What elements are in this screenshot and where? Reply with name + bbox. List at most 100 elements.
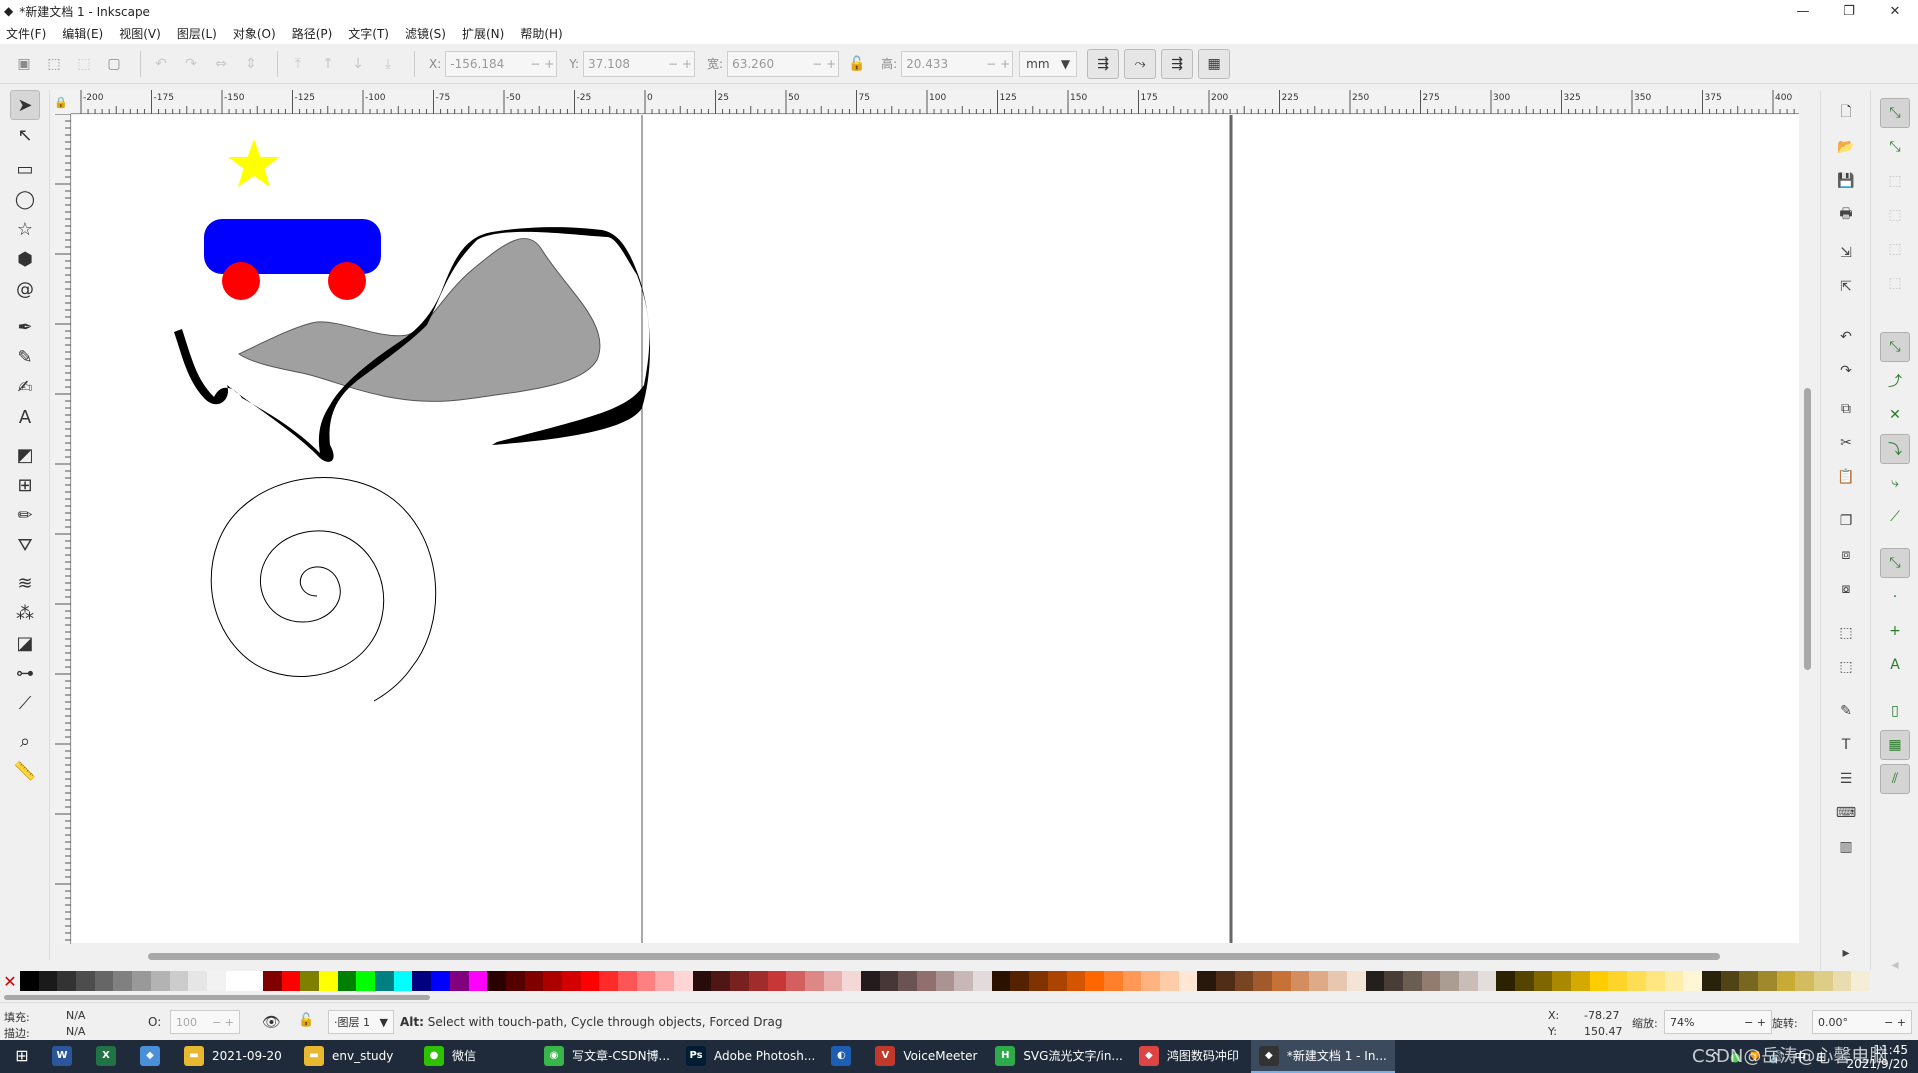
no-paint-icon[interactable]: ✕	[0, 971, 20, 991]
xml-editor-icon[interactable]: ⌨	[1833, 800, 1859, 826]
palette-swatch[interactable]	[804, 971, 824, 991]
snap-cusp-icon[interactable]: ⤵	[1880, 434, 1910, 464]
palette-swatch[interactable]	[636, 971, 656, 991]
start-button[interactable]: ⊞	[0, 1040, 44, 1073]
palette-swatch[interactable]	[1683, 971, 1702, 991]
measure-tool-icon[interactable]: 📏	[10, 756, 40, 786]
height-field[interactable]: 20.433− +	[901, 50, 1014, 77]
menu-file[interactable]: 文件(F)	[6, 25, 46, 42]
palette-swatch[interactable]	[431, 971, 450, 991]
snap-nodes-icon[interactable]: ⤡	[1880, 332, 1910, 362]
layers-icon[interactable]: ☰	[1833, 766, 1859, 792]
palette-swatch[interactable]	[1384, 971, 1403, 991]
palette-swatch[interactable]	[281, 971, 301, 991]
taskbar-item[interactable]: ▬ 2021-09-20	[176, 1040, 296, 1073]
y-field[interactable]: 37.108− +	[583, 50, 696, 77]
fill-stroke-icon[interactable]: ✎	[1833, 698, 1859, 724]
snap-bbox-center-icon[interactable]: ⬚	[1880, 268, 1910, 298]
taskbar-item[interactable]: H SVG流光文字/in...	[987, 1040, 1131, 1073]
open-icon[interactable]: 📂	[1833, 134, 1859, 160]
palette-swatch[interactable]	[1365, 971, 1385, 991]
taskbar-item[interactable]: ◆	[132, 1040, 176, 1073]
palette-swatch[interactable]	[1309, 971, 1329, 991]
palette-swatch[interactable]	[337, 971, 357, 991]
snap-grid-icon[interactable]: ▦	[1880, 730, 1910, 760]
menu-filters[interactable]: 滤镜(S)	[405, 25, 446, 42]
unit-select[interactable]: mm ▼	[1019, 50, 1078, 77]
group-icon[interactable]: ⬚	[1833, 620, 1859, 646]
drawing-canvas[interactable]	[72, 115, 1799, 943]
width-field[interactable]: 63.260− +	[727, 50, 840, 77]
layer-lock-icon[interactable]: 🔓	[298, 1013, 314, 1028]
palette-swatch[interactable]	[57, 971, 77, 991]
snap-guide-icon[interactable]: ⫽	[1880, 764, 1910, 794]
yellow-star[interactable]	[228, 139, 280, 187]
palette-swatch[interactable]	[935, 971, 955, 991]
menu-path[interactable]: 路径(P)	[292, 25, 333, 42]
palette-swatch[interactable]	[692, 971, 712, 991]
palette-swatch[interactable]	[132, 971, 151, 991]
scale-stroke-toggle-icon[interactable]: ⇶	[1087, 48, 1120, 79]
deselect-icon[interactable]: ⬚	[72, 52, 96, 76]
snap-toggle-icon[interactable]: ⤡	[1880, 98, 1910, 128]
ellipse-tool-icon[interactable]: ◯	[10, 184, 40, 214]
taskbar-item[interactable]: ● 微信	[416, 1040, 536, 1073]
palette-swatch[interactable]	[524, 971, 544, 991]
snap-text-baseline-icon[interactable]: A	[1880, 650, 1910, 680]
snap-bbox-midpoint-icon[interactable]: ⬚	[1880, 234, 1910, 264]
snap-path-icon[interactable]: ⤴	[1880, 366, 1910, 396]
snap-smooth-icon[interactable]: ⤷	[1880, 468, 1910, 498]
palette-swatch[interactable]	[1234, 971, 1254, 991]
spray-tool-icon[interactable]: ⁂	[10, 598, 40, 628]
menu-object[interactable]: 对象(O)	[233, 25, 276, 42]
palette-swatch[interactable]	[1645, 971, 1665, 991]
menu-text[interactable]: 文字(T)	[348, 25, 389, 42]
menu-view[interactable]: 视图(V)	[119, 25, 161, 42]
snap-object-center-icon[interactable]: ·	[1880, 582, 1910, 612]
layer-visibility-icon[interactable]: 👁	[262, 1013, 281, 1031]
redo-icon[interactable]: ↷	[1833, 358, 1859, 384]
taskbar-item[interactable]: V VoiceMeeter	[867, 1040, 987, 1073]
copy-icon[interactable]: ⧉	[1833, 396, 1859, 422]
palette-swatch[interactable]	[1402, 971, 1422, 991]
palette-swatch[interactable]	[730, 971, 749, 991]
maximize-button[interactable]: ❐	[1826, 0, 1872, 22]
snap-page-border-icon[interactable]: ▯	[1880, 696, 1910, 726]
snap-bbox-corner-icon[interactable]: ⬚	[1880, 200, 1910, 230]
print-icon[interactable]: 🖶	[1833, 202, 1859, 228]
palette-swatch[interactable]	[1814, 971, 1833, 991]
palette-swatch[interactable]	[711, 971, 731, 991]
palette-swatch[interactable]	[1552, 971, 1572, 991]
taskbar-item[interactable]: ◆ *新建文档 1 - In...	[1250, 1040, 1395, 1073]
horizontal-scroll-thumb[interactable]	[148, 953, 1720, 960]
palette-swatch[interactable]	[38, 971, 58, 991]
red-wheel-left[interactable]	[222, 262, 260, 300]
transform-patterns-toggle-icon[interactable]: ▦	[1198, 48, 1231, 79]
palette-swatch[interactable]	[206, 971, 226, 991]
palette-swatch[interactable]	[580, 971, 600, 991]
raise-icon[interactable]: ↑	[316, 52, 340, 76]
palette-swatch[interactable]	[1085, 971, 1104, 991]
palette-swatch[interactable]	[1458, 971, 1478, 991]
palette-swatch[interactable]	[76, 971, 95, 991]
unlink-clone-icon[interactable]: ⧇	[1833, 576, 1859, 602]
flip-horizontal-icon[interactable]: ⇔	[209, 52, 233, 76]
new-document-icon[interactable]: 🗋	[1833, 100, 1859, 126]
snap-others-icon[interactable]: ⤡	[1880, 548, 1910, 578]
rotate-field[interactable]: 0.00° − +	[1812, 1010, 1912, 1034]
pen-tool-icon[interactable]: ✒	[10, 312, 40, 342]
palette-swatch[interactable]	[1757, 971, 1777, 991]
rotate-cw-icon[interactable]: ↷	[179, 52, 203, 76]
palette-swatch[interactable]	[20, 971, 39, 991]
duplicate-icon[interactable]: ❐	[1833, 508, 1859, 534]
connector-tool-icon[interactable]: ⊶	[10, 658, 40, 688]
palette-swatch[interactable]	[1253, 971, 1273, 991]
palette-swatch[interactable]	[898, 971, 917, 991]
palette-swatch[interactable]	[150, 971, 170, 991]
paintbucket-tool-icon[interactable]: ⛛	[10, 530, 40, 560]
touch-select-icon[interactable]: ▢	[102, 52, 126, 76]
menu-extensions[interactable]: 扩展(N)	[462, 25, 504, 42]
palette-swatch[interactable]	[1103, 971, 1123, 991]
cut-icon[interactable]: ✂	[1833, 430, 1859, 456]
zoom-tool-icon[interactable]: ⌕	[10, 726, 40, 756]
